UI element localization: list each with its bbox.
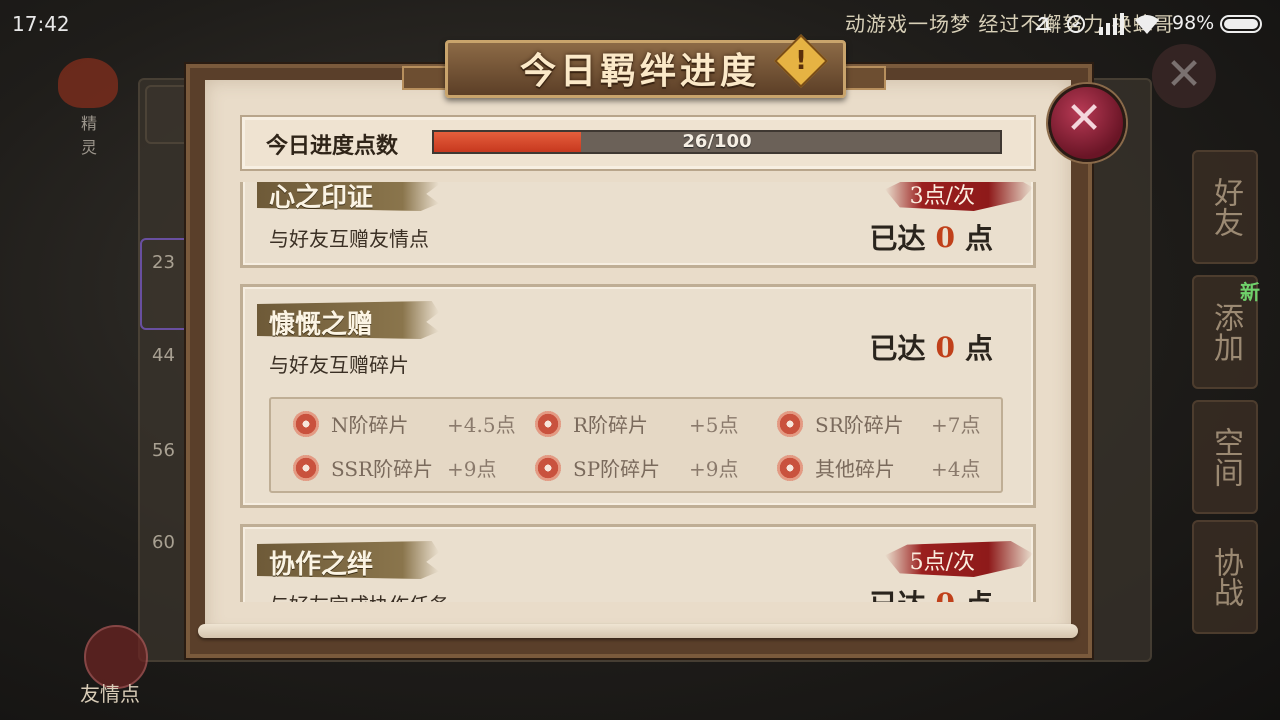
friend-level: 44 xyxy=(152,345,175,366)
fragment-name: N阶碎片 xyxy=(331,413,409,437)
status-icons xyxy=(1030,10,1160,38)
fragment-points: +7点 xyxy=(931,413,981,437)
fragment-points: +4点 xyxy=(931,457,981,481)
task-reached: 已达 0 点 xyxy=(869,217,993,257)
signal-icon xyxy=(1099,13,1124,35)
fragment-item: SP阶碎片 +9点 xyxy=(535,453,738,482)
reached-suffix: 点 xyxy=(964,222,993,255)
fragment-points: +5点 xyxy=(689,413,739,437)
fragment-item: 其他碎片 +4点 xyxy=(777,453,980,482)
new-badge: 新 xyxy=(1240,280,1260,304)
reached-value: 0 xyxy=(935,330,955,364)
friend-level: 23 xyxy=(152,252,175,273)
tab-space[interactable]: 空间 xyxy=(1192,400,1258,514)
task-description: 与好友完成协作任务 xyxy=(269,589,449,602)
battery-icon xyxy=(1220,15,1262,33)
task-title: 协作之绊 xyxy=(269,550,374,580)
fragment-icon xyxy=(535,454,561,481)
reached-prefix: 已达 xyxy=(869,583,925,602)
friend-points-label: 友情点 xyxy=(80,682,140,706)
fragment-item: SR阶碎片 +7点 xyxy=(777,409,980,438)
task-title: 慷慨之赠 xyxy=(269,310,374,340)
reached-suffix: 点 xyxy=(964,332,993,365)
task-description: 与好友互赠友情点 xyxy=(269,227,429,251)
tab-cooperation[interactable]: 协战 xyxy=(1192,520,1258,634)
task-reached: 已达 0 点 xyxy=(869,327,993,367)
background-close-icon: ✕ xyxy=(1152,44,1216,108)
spirit-label: 精灵 xyxy=(80,114,97,157)
scroll-roller xyxy=(198,624,1078,638)
task-card: 心之印证 3点/次 与好友互赠友情点 已达 0 点 xyxy=(240,182,1036,268)
reached-prefix: 已达 xyxy=(869,222,926,255)
lantern-icon xyxy=(58,58,118,108)
reached-prefix: 已达 xyxy=(869,332,926,365)
fragment-icon xyxy=(777,454,803,481)
reached-value: 0 xyxy=(936,587,955,603)
fragment-name: SP阶碎片 xyxy=(573,457,661,481)
progress-label: 今日进度点数 xyxy=(266,133,399,159)
fragment-points: +9点 xyxy=(689,457,739,481)
fragment-points-box: N阶碎片 +4.5点 R阶碎片 +5点 SR阶碎片 +7点 SSR阶碎片 +9点… xyxy=(269,397,1003,493)
reached-suffix: 点 xyxy=(965,583,993,602)
progress-text: 26/100 xyxy=(682,131,752,152)
fragment-points: +9点 xyxy=(447,457,497,481)
fragment-name: R阶碎片 xyxy=(573,413,649,437)
fragment-icon xyxy=(535,410,561,437)
friend-level: 60 xyxy=(152,532,175,553)
task-title: 心之印证 xyxy=(269,183,374,213)
tab-friends[interactable]: 好友 xyxy=(1192,150,1258,264)
fragment-item: SSR阶碎片 +9点 xyxy=(293,453,496,482)
mute-icon xyxy=(1035,16,1052,31)
close-icon[interactable]: ✕ xyxy=(1048,84,1120,156)
fragment-name: SR阶碎片 xyxy=(815,413,904,437)
task-card: 协作之绊 5点/次 与好友完成协作任务 已达 0 点 xyxy=(240,524,1036,602)
task-rate: 5点/次 xyxy=(909,550,975,575)
fragment-icon xyxy=(777,410,803,437)
modal-title: 今日羁绊进度 xyxy=(519,50,760,92)
friend-level: 56 xyxy=(152,440,175,461)
fragment-icon xyxy=(293,410,319,437)
fragment-points: +4.5点 xyxy=(447,413,516,437)
fragment-icon xyxy=(293,454,319,481)
fragment-item: R阶碎片 +5点 xyxy=(535,409,738,438)
reached-value: 0 xyxy=(935,220,955,254)
task-description: 与好友互赠碎片 xyxy=(269,353,409,377)
alarm-icon xyxy=(1067,15,1085,33)
wifi-icon xyxy=(1135,15,1159,34)
fragment-name: SSR阶碎片 xyxy=(331,457,434,481)
fragment-name: 其他碎片 xyxy=(815,457,895,481)
task-list[interactable]: 心之印证 3点/次 与好友互赠友情点 已达 0 点 慷慨之赠 与好友互赠碎片 已… xyxy=(240,182,1038,602)
task-reached: 已达 0 点 xyxy=(869,583,993,603)
status-time: 17:42 xyxy=(12,12,70,36)
fragment-item: N阶碎片 +4.5点 xyxy=(293,409,516,438)
info-icon[interactable]: ! xyxy=(782,42,820,80)
task-rate: 3点/次 xyxy=(909,184,975,209)
task-card: 慷慨之赠 与好友互赠碎片 已达 0 点 N阶碎片 +4.5点 R阶碎片 +5点 … xyxy=(240,284,1036,508)
battery-percent: 98% xyxy=(1172,12,1215,34)
